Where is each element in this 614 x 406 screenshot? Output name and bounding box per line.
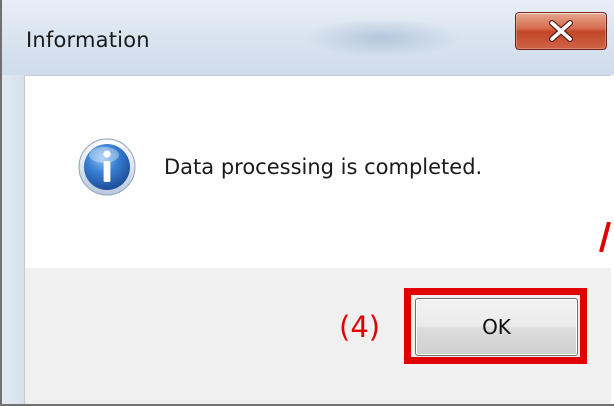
close-icon: [549, 20, 573, 42]
ok-button[interactable]: OK: [415, 298, 578, 356]
close-button[interactable]: [515, 12, 607, 50]
step-annotation-label: (4): [339, 310, 381, 344]
title-bar-glare: [302, 18, 462, 58]
information-icon: [77, 137, 137, 197]
message-text: Data processing is completed.: [164, 155, 483, 179]
dialog-title: Information: [26, 28, 150, 52]
annotation-arrow-fragment: [599, 222, 611, 252]
ok-button-label: OK: [482, 315, 511, 339]
information-dialog: Information Data processing is completed…: [0, 0, 614, 406]
window-left-frame: [2, 75, 24, 404]
title-bar[interactable]: Information: [2, 0, 614, 75]
